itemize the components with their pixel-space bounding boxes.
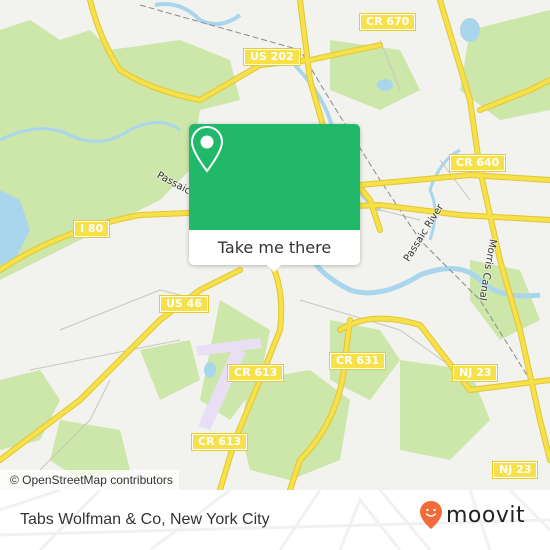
road-label-cr613-north: CR 613 <box>226 364 285 382</box>
place-name: Tabs Wolfman & Co, New York City <box>20 511 270 528</box>
road-label-i80: I 80 <box>72 220 111 238</box>
road-label-cr631: CR 631 <box>328 352 387 370</box>
popup-pointer <box>266 264 282 272</box>
road-label-nj23-south: NJ 23 <box>491 461 539 479</box>
popup-header <box>189 124 360 230</box>
road-label-us46: US 46 <box>159 295 209 313</box>
road-label-cr640: CR 640 <box>448 154 507 172</box>
take-me-there-button[interactable]: Take me there <box>189 230 360 265</box>
map-view[interactable]: CR 670 US 202 CR 640 I 80 US 46 CR 631 C… <box>0 0 550 490</box>
footer-bar: Tabs Wolfman & Co, New York City moovit <box>0 490 550 550</box>
location-popup: Take me there <box>189 124 360 272</box>
road-label-cr613-south: CR 613 <box>190 433 249 451</box>
moovit-wordmark: moovit <box>446 502 526 528</box>
road-label-nj23-north: NJ 23 <box>451 364 499 382</box>
map-attribution[interactable]: © OpenStreetMap contributors <box>0 470 179 490</box>
moovit-pin-icon <box>420 501 442 529</box>
map-pin-icon <box>190 125 224 173</box>
road-label-cr670: CR 670 <box>358 13 417 31</box>
road-label-us202: US 202 <box>243 48 301 66</box>
moovit-logo[interactable]: moovit <box>419 500 525 530</box>
